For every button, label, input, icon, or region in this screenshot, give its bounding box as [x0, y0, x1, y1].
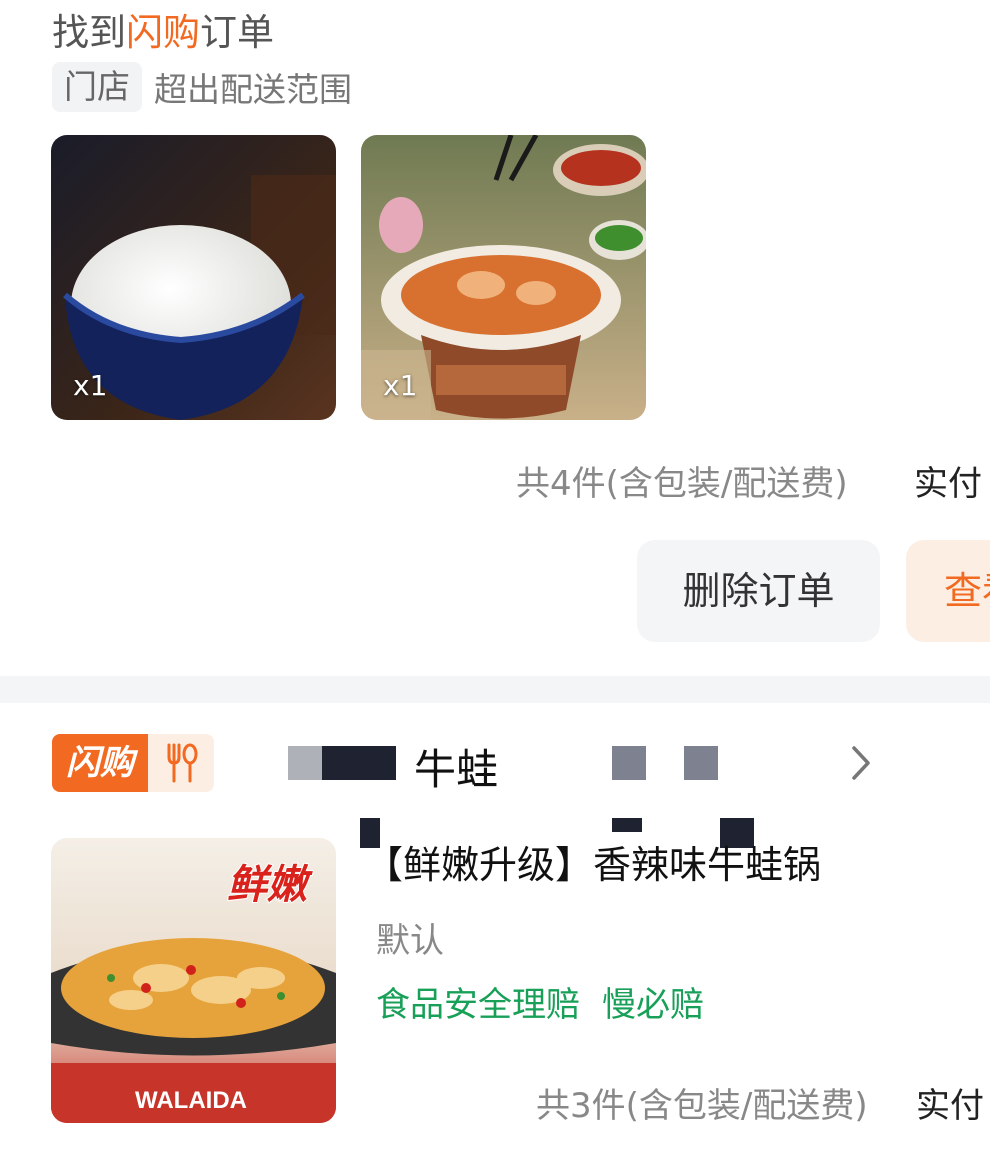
product-thumb-frog-pot-2[interactable]: WALAIDA 鲜嫩 — [51, 838, 336, 1123]
redaction-block — [612, 746, 646, 780]
order-summary: 共4件(含包装/配送费) — [516, 464, 848, 504]
item-title[interactable]: 【鲜嫩升级】香辣味牛蛙锅 — [365, 834, 821, 889]
qty-label: x1 — [73, 369, 108, 402]
paid-label: 实付 — [914, 464, 982, 504]
fork-spoon-icon — [148, 734, 214, 792]
guarantee-tags: 食品安全理赔 慢必赔 — [376, 977, 704, 1026]
store-status: 门店 超出配送范围 — [52, 62, 352, 112]
paid-label: 实付 — [916, 1086, 984, 1126]
redaction-block — [612, 818, 642, 832]
brand-text: WALAIDA — [135, 1087, 247, 1114]
order-summary: 共3件(含包装/配送费) — [536, 1086, 868, 1126]
view-order-button[interactable]: 查看 — [906, 540, 990, 642]
hint-suffix: 订单 — [200, 11, 274, 54]
product-thumb-rice[interactable]: x1 — [51, 135, 336, 420]
redaction-block — [322, 746, 396, 780]
order-hint: 找到闪购订单 — [52, 2, 274, 56]
chevron-right-icon[interactable] — [846, 742, 876, 788]
sticker-text: 鲜嫩 — [227, 862, 313, 908]
delete-order-button[interactable]: 删除订单 — [637, 540, 880, 642]
guarantee-late[interactable]: 慢必赔 — [602, 985, 704, 1025]
qty-label: x1 — [383, 369, 418, 402]
shangou-badge: 闪购 — [52, 734, 214, 792]
redaction-block — [288, 746, 322, 780]
frog-pot-product-image: WALAIDA 鲜嫩 — [51, 838, 336, 1123]
store-note: 超出配送范围 — [154, 70, 352, 109]
redaction-block — [684, 746, 718, 780]
guarantee-food-safety[interactable]: 食品安全理赔 — [376, 985, 580, 1025]
badge-label: 闪购 — [52, 734, 148, 792]
hint-highlight: 闪购 — [126, 11, 200, 54]
hint-prefix: 找到 — [52, 11, 126, 54]
item-spec: 默认 — [376, 921, 444, 961]
shop-name[interactable]: 牛蛙 — [414, 736, 498, 797]
section-divider — [0, 676, 990, 703]
product-thumb-frog-pot[interactable]: x1 — [361, 135, 646, 420]
store-tag: 门店 — [52, 62, 142, 112]
